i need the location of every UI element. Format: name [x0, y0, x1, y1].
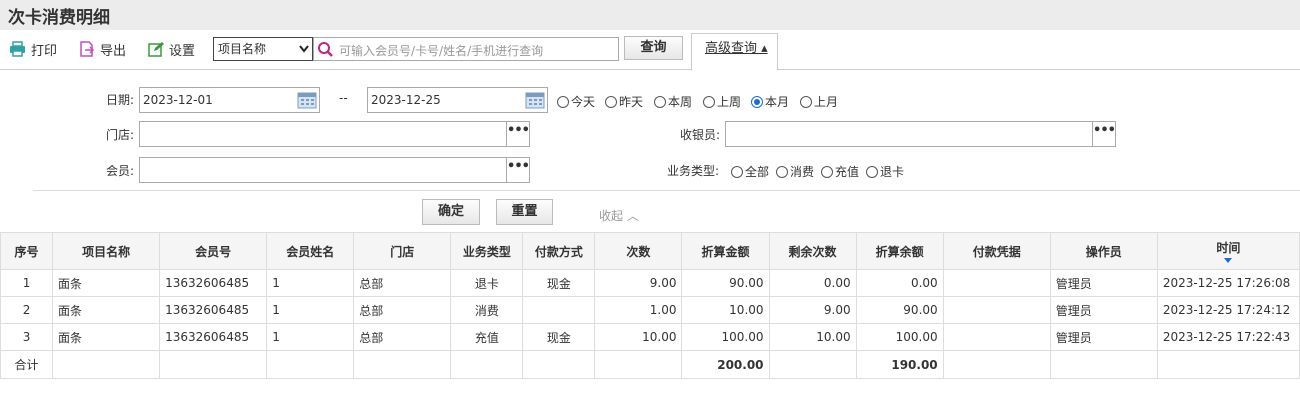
cashier-input[interactable]: ••• [725, 121, 1116, 147]
page-title: 次卡消费明细 [8, 8, 110, 28]
date-option-yesterday[interactable]: 昨天 [605, 93, 643, 110]
total-amount: 200.00 [681, 350, 770, 379]
date-option-this-week[interactable]: 本周 [654, 93, 692, 110]
col-header-biz-type[interactable]: 业务类型 [450, 232, 524, 270]
calendar-icon[interactable] [297, 91, 317, 109]
col-header-remaining[interactable]: 剩余次数 [768, 232, 857, 270]
chevron-down-icon [299, 45, 309, 53]
col-header-voucher[interactable]: 付款凭据 [942, 232, 1051, 270]
confirm-button[interactable]: 确定 [422, 199, 480, 225]
date-option-last-month[interactable]: 上月 [800, 93, 838, 110]
date-option-this-month[interactable]: 本月 [751, 93, 789, 110]
table-row[interactable]: 2 面条 13632606485 1 总部 消费 1.00 10.00 9.00… [0, 296, 1300, 324]
col-header-pay-method[interactable]: 付款方式 [522, 232, 596, 270]
date-to-input[interactable]: 2023-12-25 [367, 87, 548, 113]
col-header-index[interactable]: 序号 [0, 232, 54, 270]
total-balance: 190.00 [855, 350, 944, 379]
table-row[interactable]: 3 面条 13632606485 1 总部 充值 现金 10.00 100.00… [0, 323, 1300, 351]
export-label: 导出 [100, 43, 127, 59]
member-label: 会员: [106, 164, 135, 178]
reset-button[interactable]: 重置 [496, 199, 553, 225]
date-separator: -- [339, 91, 348, 105]
member-input[interactable]: ••• [139, 157, 530, 183]
calendar-icon[interactable] [525, 91, 545, 109]
total-label: 合计 [0, 350, 54, 379]
date-option-today[interactable]: 今天 [557, 93, 595, 110]
col-header-member-no[interactable]: 会员号 [159, 232, 268, 270]
date-from-input[interactable]: 2023-12-01 [139, 87, 320, 113]
toolbar: 打印 导出 设置 项目名称 可输入会员号/卡号/姓名/手机进行查询 查询 高级查… [0, 30, 1300, 71]
advanced-query-tab[interactable]: 高级查询 ▴ [691, 33, 778, 71]
more-icon[interactable]: ••• [1092, 122, 1116, 146]
search-field-select[interactable]: 项目名称 [213, 37, 313, 61]
more-icon[interactable]: ••• [506, 158, 530, 182]
table-header-row: 序号 项目名称 会员号 会员姓名 门店 业务类型 付款方式 次数 折算金额 剩余… [0, 232, 1300, 270]
edit-icon [148, 42, 164, 57]
search-input[interactable]: 可输入会员号/卡号/姓名/手机进行查询 [313, 37, 619, 61]
divider [33, 190, 1300, 191]
table-total-row: 合计 200.00 190.00 [0, 350, 1300, 379]
settings-label: 设置 [169, 43, 196, 59]
biz-type-recharge[interactable]: 充值 [821, 163, 859, 180]
col-header-item[interactable]: 项目名称 [52, 232, 161, 270]
search-icon [318, 42, 333, 57]
date-label: 日期: [106, 93, 135, 107]
col-header-count[interactable]: 次数 [594, 232, 683, 270]
export-icon [80, 41, 95, 57]
store-label: 门店: [106, 128, 135, 142]
printer-icon [10, 41, 25, 57]
store-input[interactable]: ••• [139, 121, 530, 147]
biz-type-label: 业务类型: [667, 164, 720, 178]
print-label: 打印 [31, 43, 58, 59]
detail-table: 序号 项目名称 会员号 会员姓名 门店 业务类型 付款方式 次数 折算金额 剩余… [0, 232, 1300, 379]
date-from-value: 2023-12-01 [143, 93, 213, 107]
more-icon[interactable]: ••• [506, 122, 530, 146]
cashier-label: 收银员: [680, 128, 721, 142]
collapse-link[interactable]: 收起 ︿ [599, 207, 639, 224]
col-header-store[interactable]: 门店 [353, 232, 452, 270]
biz-type-consume[interactable]: 消费 [776, 163, 814, 180]
col-header-balance[interactable]: 折算余额 [855, 232, 944, 270]
sort-desc-icon [1224, 258, 1233, 263]
query-button[interactable]: 查询 [624, 36, 683, 60]
export-button[interactable]: 导出 [79, 39, 126, 59]
table-row[interactable]: 1 面条 13632606485 1 总部 退卡 现金 9.00 90.00 0… [0, 269, 1300, 297]
col-header-time[interactable]: 时间 [1156, 232, 1300, 270]
search-field-value: 项目名称 [218, 42, 267, 56]
col-header-amount[interactable]: 折算金额 [681, 232, 770, 270]
biz-type-all[interactable]: 全部 [731, 163, 769, 180]
print-button[interactable]: 打印 [9, 39, 57, 59]
search-placeholder: 可输入会员号/卡号/姓名/手机进行查询 [339, 44, 544, 58]
col-header-member-name[interactable]: 会员姓名 [266, 232, 355, 270]
date-option-last-week[interactable]: 上周 [703, 93, 741, 110]
title-bar: 次卡消费明细 [0, 0, 1300, 30]
biz-type-refund[interactable]: 退卡 [866, 163, 904, 180]
date-to-value: 2023-12-25 [371, 93, 441, 107]
settings-button[interactable]: 设置 [148, 39, 195, 59]
col-header-operator[interactable]: 操作员 [1049, 232, 1158, 270]
